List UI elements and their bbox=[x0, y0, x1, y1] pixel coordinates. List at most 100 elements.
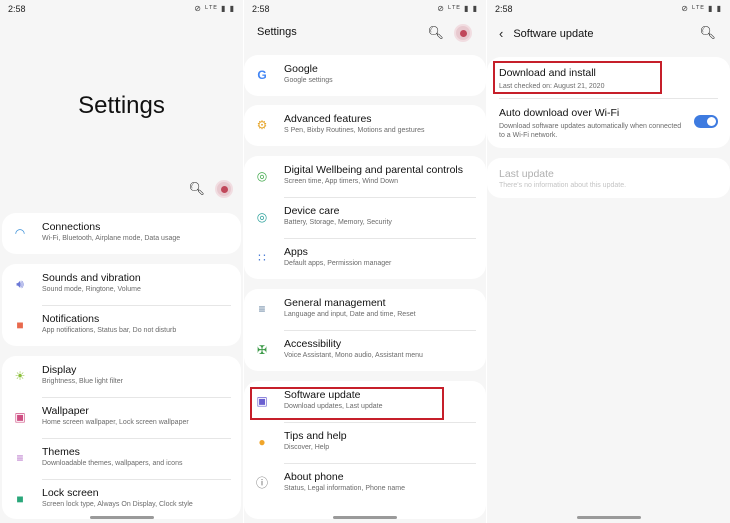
item-title: Device care bbox=[284, 205, 340, 217]
item-title: Digital Wellbeing and parental controls bbox=[284, 164, 463, 176]
back-icon[interactable]: ‹ bbox=[499, 26, 503, 41]
settings-item-google[interactable]: G Google Google settings bbox=[244, 55, 486, 96]
settings-group: ⚙︎ Advanced features S Pen, Bixby Routin… bbox=[244, 105, 486, 146]
item-subtitle: Voice Assistant, Mono audio, Assistant m… bbox=[284, 352, 423, 359]
item-title: Connections bbox=[42, 221, 101, 233]
settings-item-advanced-features[interactable]: ⚙︎ Advanced features S Pen, Bixby Routin… bbox=[244, 105, 486, 146]
page-title: Settings bbox=[78, 92, 165, 119]
page-title: Software update bbox=[513, 27, 594, 40]
avatar[interactable] bbox=[215, 180, 233, 198]
software-update-panel: 2:58 ⊘ ᴸᵀᴱ ▮ ▮ ‹ Software update 🔍︎ Down… bbox=[487, 0, 730, 523]
item-subtitle: S Pen, Bixby Routines, Motions and gestu… bbox=[284, 127, 425, 134]
item-title: Lock screen bbox=[42, 487, 99, 499]
item-subtitle: Downloadable themes, wallpapers, and ico… bbox=[42, 460, 183, 467]
item-title: Tips and help bbox=[284, 430, 347, 442]
settings-item-tips-and-help[interactable]: ● Tips and help Discover, Help bbox=[244, 422, 486, 463]
auto-download-title: Auto download over Wi-Fi bbox=[499, 107, 620, 119]
status-time: 2:58 bbox=[8, 4, 26, 14]
status-icons: ⊘ ᴸᵀᴱ ▮ ▮ bbox=[194, 4, 235, 13]
device-care-icon: ◎ bbox=[256, 210, 268, 224]
item-title: Display bbox=[42, 364, 77, 376]
settings-item-accessibility[interactable]: ✠︎ Accessibility Voice Assistant, Mono a… bbox=[244, 330, 486, 371]
last-update[interactable]: Last update There's no information about… bbox=[487, 158, 730, 190]
notification-icon: ■ bbox=[16, 318, 24, 332]
google-icon: G bbox=[257, 68, 267, 82]
item-title: General management bbox=[284, 297, 386, 309]
settings-item-about-phone[interactable]: ⓘ About phone Status, Legal information,… bbox=[244, 463, 486, 504]
tips-icon: ● bbox=[258, 435, 266, 449]
settings-item-display[interactable]: ☀︎ Display Brightness, Blue light filter bbox=[2, 356, 241, 397]
volume-icon: 🔊︎ bbox=[16, 277, 24, 291]
settings-item-device-care[interactable]: ◎ Device care Battery, Storage, Memory, … bbox=[244, 197, 486, 238]
settings-item-general-management[interactable]: ≡ General management Language and input,… bbox=[244, 289, 486, 330]
item-title: Apps bbox=[284, 246, 308, 258]
search-icon[interactable]: 🔍︎ bbox=[699, 25, 716, 41]
apps-icon: ∷ bbox=[258, 251, 266, 265]
item-title: About phone bbox=[284, 471, 344, 483]
settings-item-wallpaper[interactable]: ▣ Wallpaper Home screen wallpaper, Lock … bbox=[2, 397, 241, 438]
navigation-handle[interactable] bbox=[576, 516, 641, 519]
wellbeing-icon: ◎ bbox=[256, 169, 268, 183]
item-subtitle: Wi-Fi, Bluetooth, Airplane mode, Data us… bbox=[42, 235, 181, 242]
item-subtitle: Screen time, App timers, Wind Down bbox=[284, 178, 398, 185]
settings-item-digital-wellbeing[interactable]: ◎ Digital Wellbeing and parental control… bbox=[244, 156, 486, 197]
lock-icon: ■ bbox=[16, 492, 24, 506]
item-title: Sounds and vibration bbox=[42, 272, 141, 284]
auto-download-toggle[interactable] bbox=[694, 115, 718, 128]
advanced-features-icon: ⚙︎ bbox=[256, 118, 268, 132]
settings-group: 🔊︎ Sounds and vibration Sound mode, Ring… bbox=[2, 264, 241, 346]
settings-item-sounds[interactable]: 🔊︎ Sounds and vibration Sound mode, Ring… bbox=[2, 264, 241, 305]
last-update-card: Last update There's no information about… bbox=[487, 158, 730, 198]
info-icon: ⓘ bbox=[255, 476, 268, 490]
item-subtitle: Home screen wallpaper, Lock screen wallp… bbox=[42, 419, 189, 426]
item-subtitle: Discover, Help bbox=[284, 444, 330, 451]
status-time: 2:58 bbox=[495, 4, 513, 14]
page-title: Settings bbox=[257, 26, 297, 38]
wifi-icon: ◠ bbox=[14, 226, 26, 240]
navigation-handle[interactable] bbox=[333, 516, 397, 519]
item-subtitle: Battery, Storage, Memory, Security bbox=[284, 219, 392, 226]
settings-item-apps[interactable]: ∷ Apps Default apps, Permission manager bbox=[244, 238, 486, 279]
item-title: Wallpaper bbox=[42, 405, 89, 417]
item-title: Google bbox=[284, 63, 318, 75]
general-management-icon: ≡ bbox=[258, 302, 266, 316]
settings-item-lock-screen[interactable]: ■ Lock screen Screen lock type, Always O… bbox=[2, 479, 241, 520]
settings-group: ◠ Connections Wi-Fi, Bluetooth, Airplane… bbox=[2, 213, 241, 254]
search-icon[interactable]: 🔍︎ bbox=[427, 25, 444, 41]
item-title: Notifications bbox=[42, 313, 100, 325]
settings-home-panel: 2:58 ⊘ ᴸᵀᴱ ▮ ▮ Settings 🔍︎ ◠ Connections… bbox=[0, 0, 243, 523]
status-icons: ⊘ ᴸᵀᴱ ▮ ▮ bbox=[437, 4, 478, 13]
item-subtitle: Google settings bbox=[284, 77, 333, 84]
status-bar: 2:58 ⊘ ᴸᵀᴱ ▮ ▮ bbox=[0, 0, 243, 20]
item-subtitle: Status, Legal information, Phone name bbox=[284, 485, 406, 492]
item-subtitle: Default apps, Permission manager bbox=[284, 260, 392, 267]
settings-group: ◎ Digital Wellbeing and parental control… bbox=[244, 156, 486, 279]
settings-group: ≡ General management Language and input,… bbox=[244, 289, 486, 371]
accessibility-icon: ✠︎ bbox=[256, 343, 268, 357]
item-subtitle: Brightness, Blue light filter bbox=[42, 378, 123, 385]
highlight-box bbox=[493, 61, 662, 94]
item-title: Accessibility bbox=[284, 338, 342, 350]
search-icon[interactable]: 🔍︎ bbox=[188, 181, 205, 197]
display-icon: ☀︎ bbox=[14, 369, 26, 383]
settings-group: G Google Google settings bbox=[244, 55, 486, 96]
navigation-handle[interactable] bbox=[89, 516, 154, 519]
item-subtitle: Screen lock type, Always On Display, Clo… bbox=[42, 501, 193, 508]
status-icons: ⊘ ᴸᵀᴱ ▮ ▮ bbox=[681, 4, 722, 13]
wallpaper-icon: ▣ bbox=[14, 410, 26, 424]
last-update-subtitle: There's no information about this update… bbox=[499, 182, 627, 189]
settings-item-notifications[interactable]: ■ Notifications App notifications, Statu… bbox=[2, 305, 241, 346]
settings-item-themes[interactable]: ≡ Themes Downloadable themes, wallpapers… bbox=[2, 438, 241, 479]
highlight-box bbox=[250, 387, 444, 420]
last-update-title: Last update bbox=[499, 168, 554, 180]
item-title: Advanced features bbox=[284, 113, 372, 125]
auto-download-wifi[interactable]: Auto download over Wi-Fi Download softwa… bbox=[487, 97, 730, 140]
settings-item-connections[interactable]: ◠ Connections Wi-Fi, Bluetooth, Airplane… bbox=[2, 213, 241, 254]
item-title: Themes bbox=[42, 446, 80, 458]
status-bar: 2:58 ⊘ ᴸᵀᴱ ▮ ▮ bbox=[244, 0, 486, 20]
item-subtitle: App notifications, Status bar, Do not di… bbox=[42, 327, 177, 334]
settings-group: ☀︎ Display Brightness, Blue light filter… bbox=[2, 356, 241, 519]
item-subtitle: Sound mode, Ringtone, Volume bbox=[42, 286, 141, 293]
avatar[interactable] bbox=[454, 24, 472, 42]
themes-icon: ≡ bbox=[16, 451, 24, 465]
